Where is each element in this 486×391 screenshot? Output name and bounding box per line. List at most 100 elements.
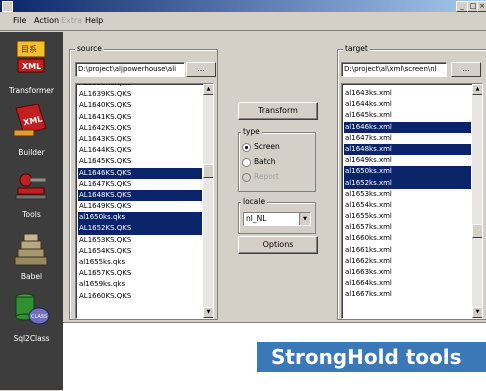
- list-item[interactable]: al1660ks.xml: [344, 233, 471, 244]
- tool-tools[interactable]: Tools: [0, 164, 63, 222]
- list-item[interactable]: al1646ks.xml: [344, 121, 471, 133]
- list-item[interactable]: al1655ks.xml: [344, 211, 471, 222]
- locale-group: locale nl_NL ▼: [238, 197, 316, 234]
- list-item[interactable]: al1647ks.xml: [344, 133, 471, 144]
- target-legend: target: [343, 44, 370, 53]
- source-group: source D:\project\aljpowerhouse\ali ... …: [69, 44, 218, 320]
- menu-help[interactable]: Help: [85, 16, 103, 25]
- builder-icon: XML: [13, 104, 47, 137]
- type-radio-report[interactable]: Report: [242, 172, 279, 182]
- scroll-thumb[interactable]: [203, 164, 213, 178]
- menu-action[interactable]: Action: [34, 16, 59, 25]
- tool-label-sql2class: Sql2Class: [13, 334, 50, 343]
- list-item[interactable]: al1652ks.xml: [344, 177, 471, 189]
- source-file-list[interactable]: AL1638KS.QKS AL1639KS.QKS AL1640KS.QKS AL16…: [75, 83, 214, 319]
- type-radio-batch[interactable]: Batch: [242, 157, 276, 167]
- menu-separator: [0, 30, 486, 31]
- menu-extra[interactable]: Extra: [61, 16, 82, 25]
- scroll-down-icon[interactable]: ▼: [203, 307, 213, 318]
- list-item[interactable]: AL1652KS.QKS: [78, 223, 202, 235]
- locale-legend: locale: [241, 197, 268, 206]
- title-bar: _ □ ×: [0, 0, 486, 12]
- scroll-up-icon[interactable]: ▲: [472, 84, 482, 95]
- target-scrollbar[interactable]: ▲ ▼: [472, 84, 482, 318]
- list-item[interactable]: AL1657KS.QKS: [78, 268, 202, 279]
- scroll-up-icon[interactable]: ▲: [203, 84, 213, 95]
- list-item[interactable]: AL1642KS.QKS: [78, 123, 202, 134]
- stronghold-banner: StrongHold tools: [257, 342, 486, 372]
- tool-label-babel: Babel: [20, 272, 43, 281]
- list-item[interactable]: AL1647KS.QKS: [78, 179, 202, 190]
- list-item[interactable]: AL1654KS.QKS: [78, 246, 202, 257]
- source-browse-button[interactable]: ...: [186, 62, 216, 77]
- tool-transformer[interactable]: 目系 XML Transformer: [0, 38, 63, 96]
- list-item[interactable]: al1648ks.xml: [344, 143, 471, 156]
- list-item[interactable]: AL1643KS.QKS: [78, 134, 202, 145]
- radio-button-icon: [242, 142, 251, 152]
- list-item[interactable]: AL1644KS.QKS: [78, 145, 202, 156]
- app-icon: [2, 1, 13, 12]
- tool-label-transformer: Transformer: [8, 86, 54, 95]
- list-item[interactable]: AL1660KS.QKS: [78, 291, 202, 302]
- list-item[interactable]: AL1648KS.QKS: [78, 189, 202, 202]
- menu-file[interactable]: File: [13, 16, 26, 25]
- list-item[interactable]: AL1653KS.QKS: [78, 235, 202, 246]
- close-button[interactable]: ×: [477, 1, 486, 12]
- chevron-down-icon[interactable]: ▼: [299, 213, 310, 225]
- sql2class-icon: CLASS: [15, 293, 50, 325]
- scroll-thumb[interactable]: [472, 224, 482, 238]
- list-item[interactable]: al1661ks.xml: [344, 245, 471, 256]
- radio-button-icon: [242, 172, 251, 182]
- list-item[interactable]: al1643ks.xml: [344, 88, 471, 99]
- list-item[interactable]: al1655ks.qks: [78, 257, 202, 268]
- tool-sidebar: 目系 XML Transformer XML Builder Tools Bab…: [0, 32, 63, 390]
- main-panel: source D:\project\aljpowerhouse\ali ... …: [63, 32, 486, 391]
- target-path-field[interactable]: D:\project\al\xml\screen\nl: [341, 62, 447, 77]
- svg-text:目系: 目系: [21, 44, 37, 54]
- list-item[interactable]: AL1640KS.QKS: [78, 100, 202, 111]
- list-item[interactable]: AL1641KS.QKS: [78, 112, 202, 123]
- tool-sql2class[interactable]: CLASS Sql2Class: [0, 290, 63, 350]
- list-item[interactable]: AL1649KS.QKS: [78, 201, 202, 212]
- list-item[interactable]: al1654ks.xml: [344, 200, 471, 211]
- list-item[interactable]: AL1639KS.QKS: [78, 89, 202, 100]
- list-item[interactable]: al1650ks.qks: [78, 212, 202, 224]
- list-item[interactable]: al1667ks.xml: [344, 289, 471, 300]
- transform-button[interactable]: Transform: [238, 102, 318, 120]
- list-item[interactable]: al1649ks.xml: [344, 155, 471, 166]
- list-item[interactable]: AL1645KS.QKS: [78, 156, 202, 167]
- list-item[interactable]: AL1646KS.QKS: [78, 167, 202, 179]
- type-legend: type: [241, 127, 262, 136]
- tools-icon: [15, 173, 47, 200]
- source-scrollbar[interactable]: ▲ ▼: [203, 84, 213, 318]
- svg-text:XML: XML: [22, 62, 41, 71]
- options-button[interactable]: Options: [238, 236, 318, 254]
- tool-babel[interactable]: Babel: [0, 228, 63, 288]
- list-item[interactable]: al1657ks.xml: [344, 222, 471, 233]
- source-legend: source: [75, 44, 104, 53]
- console-area: StrongHold tools: [63, 322, 486, 391]
- radio-button-icon: [242, 157, 251, 167]
- scroll-down-icon[interactable]: ▼: [472, 307, 482, 318]
- tool-builder[interactable]: XML Builder: [0, 100, 63, 160]
- locale-select[interactable]: nl_NL ▼: [243, 212, 311, 226]
- source-path-field[interactable]: D:\project\aljpowerhouse\ali: [75, 62, 185, 77]
- svg-text:CLASS: CLASS: [31, 314, 47, 320]
- list-item[interactable]: al1650ks.xml: [344, 166, 471, 178]
- list-item[interactable]: al1664ks.xml: [344, 278, 471, 289]
- list-item[interactable]: al1645ks.xml: [344, 110, 471, 121]
- babel-tower-icon: [14, 233, 48, 266]
- target-file-list[interactable]: al1643ks.xml al1644ks.xml al1645ks.xml al16…: [341, 83, 483, 319]
- type-radio-screen[interactable]: Screen: [242, 142, 280, 152]
- transformer-icon: 目系 XML: [16, 40, 46, 73]
- target-browse-button[interactable]: ...: [451, 62, 481, 77]
- list-item[interactable]: al1662ks.xml: [344, 256, 471, 267]
- list-item[interactable]: al1663ks.xml: [344, 267, 471, 278]
- tool-label-tools: Tools: [22, 210, 41, 219]
- list-item[interactable]: al1653ks.xml: [344, 189, 471, 200]
- list-item[interactable]: al1644ks.xml: [344, 99, 471, 110]
- list-item[interactable]: al1659ks.qks: [78, 279, 202, 290]
- menu-bar: File Action Extra Help: [0, 12, 486, 30]
- target-group: target D:\project\al\xml\screen\nl ... a…: [337, 44, 486, 320]
- type-group: type Screen Batch Report: [238, 127, 316, 192]
